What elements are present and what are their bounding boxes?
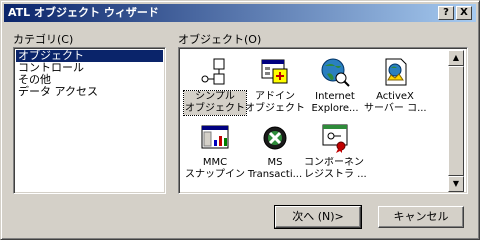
help-icon: ? (443, 7, 449, 18)
category-item-data-access[interactable]: データ アクセス (16, 86, 163, 98)
object-item-simple[interactable]: シンプル オブジェクト (183, 56, 247, 116)
ms-transaction-icon (259, 122, 291, 154)
object-item-activex-server[interactable]: ActiveX サーバー コ... (364, 56, 426, 115)
category-list[interactable]: オブジェクト コントロール その他 データ アクセス (13, 47, 166, 194)
scroll-up-button[interactable]: ▲ (448, 50, 464, 66)
scroll-thumb[interactable] (448, 66, 464, 176)
object-label-line1: コンポーネント (304, 157, 366, 168)
object-label-line2: サーバー コ... (364, 103, 426, 114)
object-label-line2: オブジェクト (245, 103, 305, 114)
object-label-line2: スナップイン (185, 169, 245, 180)
object-item-component-registrar[interactable]: コンポーネント レジストラ ... (304, 122, 366, 181)
help-button[interactable]: ? (438, 6, 454, 20)
cancel-button[interactable]: キャンセル (378, 206, 464, 228)
simple-object-icon (199, 56, 231, 88)
arrow-up-icon: ▲ (452, 53, 460, 62)
component-registrar-icon (319, 122, 351, 154)
object-label-line1: MMC (202, 157, 228, 168)
object-label-line1: Internet (315, 91, 355, 102)
scroll-down-button[interactable]: ▼ (448, 176, 464, 192)
window-title: ATL オブジェクト ウィザード (8, 6, 159, 19)
object-item-internet-explorer[interactable]: Internet Explore... (304, 56, 366, 115)
arrow-down-icon: ▼ (452, 179, 460, 188)
object-label-line1: ActiveX (376, 91, 414, 102)
objects-list[interactable]: シンプル オブジェクト アドイン オブジェクト Internet Explore… (178, 47, 468, 194)
object-label-line1: MS (267, 157, 283, 168)
activex-server-icon (379, 56, 411, 88)
category-label: カテゴリ(C) (13, 33, 74, 46)
mmc-snapin-icon (199, 122, 231, 154)
dialog-window: ATL オブジェクト ウィザード ? X カテゴリ(C) オブジェクト コントロ… (0, 0, 480, 240)
vertical-scrollbar[interactable]: ▲ ▼ (448, 50, 464, 192)
close-icon: X (460, 7, 468, 18)
object-label-line2: Explore... (311, 103, 359, 114)
object-label-line1: アドイン (255, 91, 295, 102)
object-item-mmc-snapin[interactable]: MMC スナップイン (184, 122, 246, 181)
object-label-line2: レジストラ ... (304, 169, 366, 180)
close-button[interactable]: X (456, 6, 472, 20)
object-item-addin[interactable]: アドイン オブジェクト (244, 56, 306, 115)
object-label-line1: シンプル (195, 91, 235, 102)
addin-object-icon (259, 56, 291, 88)
object-label-line2: Transacti... (247, 169, 303, 180)
object-item-ms-transaction[interactable]: MS Transacti... (244, 122, 306, 181)
title-bar[interactable]: ATL オブジェクト ウィザード ? X (4, 4, 476, 22)
objects-label: オブジェクト(O) (178, 33, 262, 46)
next-button[interactable]: 次へ (N)> (274, 205, 362, 229)
object-label-line2: オブジェクト (185, 103, 245, 114)
internet-explorer-icon (319, 56, 351, 88)
